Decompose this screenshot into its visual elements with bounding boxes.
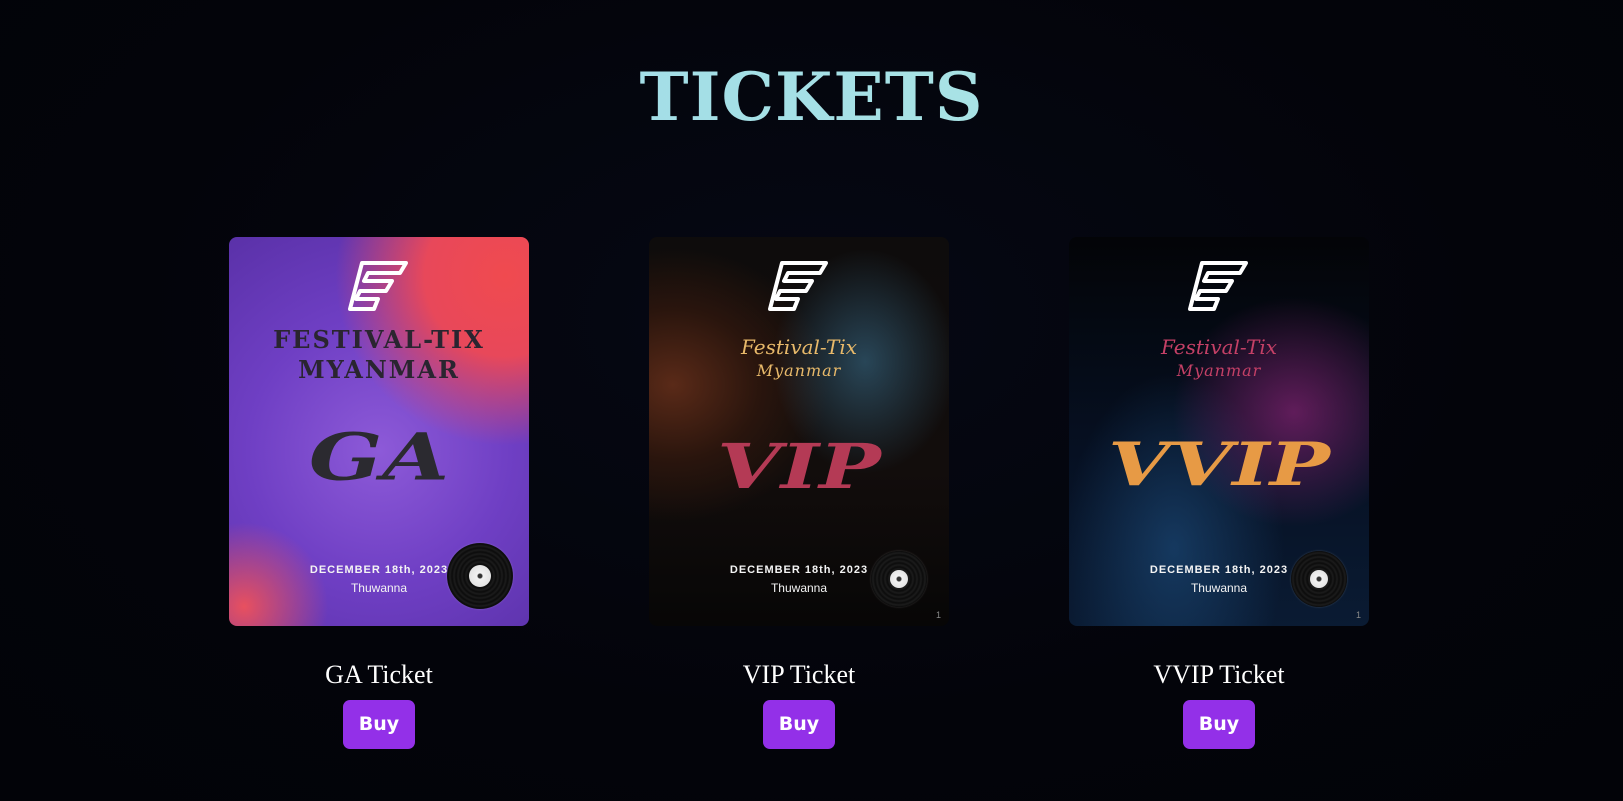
page-title: TICKETS — [0, 58, 1623, 136]
tier-text: GA — [308, 419, 450, 496]
vinyl-record-icon — [447, 543, 513, 609]
page-number: 1 — [1355, 610, 1361, 620]
vinyl-record-icon — [1291, 551, 1347, 607]
ticket-label: GA Ticket — [325, 660, 433, 689]
buy-ga-button[interactable]: Buy — [343, 700, 415, 749]
buy-vvip-button[interactable]: Buy — [1183, 700, 1255, 749]
ticket-poster-vvip: Festival-Tix Myanmar VVIP DECEMBER 18th,… — [1069, 237, 1369, 626]
ticket-label: VVIP Ticket — [1153, 660, 1285, 689]
vinyl-record-icon — [871, 551, 927, 607]
tier-text: VIP — [717, 431, 881, 503]
ticket-label: VIP Ticket — [742, 660, 856, 689]
brand-line-2: MYANMAR — [298, 355, 460, 384]
festival-tix-logo-icon — [348, 261, 408, 311]
ticket-poster-vip: Festival-Tix Myanmar VIP DECEMBER 18th, … — [649, 237, 949, 626]
brand-line-2: Myanmar — [756, 361, 842, 380]
festival-tix-logo-icon — [768, 261, 828, 311]
festival-tix-logo-icon — [1188, 261, 1248, 311]
buy-vip-button[interactable]: Buy — [763, 700, 835, 749]
ticket-poster-ga: FESTIVAL-TIX MYANMAR GA DECEMBER 18th, 2… — [229, 237, 529, 626]
ticket-card-vvip: Festival-Tix Myanmar VVIP DECEMBER 18th,… — [1069, 237, 1369, 749]
ticket-card-ga: FESTIVAL-TIX MYANMAR GA DECEMBER 18th, 2… — [229, 237, 529, 749]
ticket-card-vip: Festival-Tix Myanmar VIP DECEMBER 18th, … — [649, 237, 949, 749]
brand-line-1: Festival-Tix — [741, 335, 857, 359]
tier-text: VVIP — [1108, 428, 1330, 500]
brand-line-1: Festival-Tix — [1161, 335, 1277, 359]
brand-line-1: FESTIVAL-TIX — [273, 325, 485, 354]
brand-line-2: Myanmar — [1176, 361, 1262, 380]
page-number: 1 — [935, 610, 941, 620]
